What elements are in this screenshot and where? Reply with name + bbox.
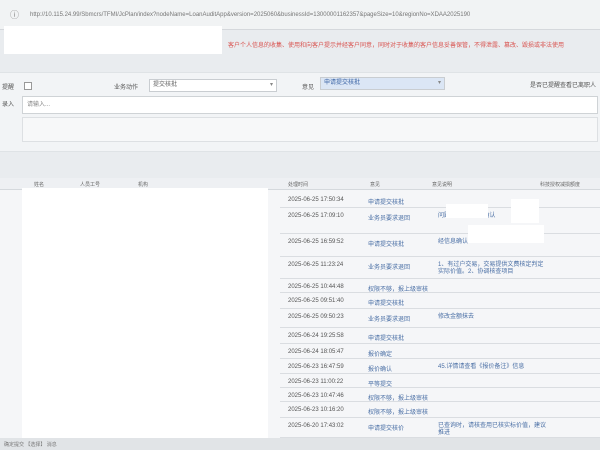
table-row[interactable]: 2025-06-23 11:00:22 平等提交 (280, 376, 600, 388)
opinion-select[interactable]: 申请提交核批 ▾ (320, 77, 445, 90)
opinion-textarea[interactable]: 请输入... (22, 96, 598, 114)
footer-bar: 确定提交 【选择】 消息 (0, 438, 600, 450)
row-opinion: 申请提交核批 (368, 336, 405, 342)
row-opinion: 报价确定 (368, 352, 393, 358)
table-row[interactable]: 2025-06-23 10:16:20 权限不够，报上级审核 (280, 404, 600, 418)
row-opinion: 权限不够，报上级审核 (368, 396, 429, 402)
table-row[interactable]: 2025-06-24 18:05:47 报价确定 (280, 346, 600, 359)
action-select-value: 提交核批 (153, 82, 178, 88)
row-time: 2025-06-25 17:50:34 (288, 197, 344, 203)
action-label: 业务动作 (114, 85, 139, 91)
table-row[interactable]: 2025-06-25 11:23:24 业务员要求退回 1、有过户交易，交易提供文费… (280, 259, 600, 279)
row-opinion: 权限不够，报上级审核 (368, 410, 429, 416)
right-note: 是否已提醒查看已离职人 (530, 83, 597, 89)
action-select[interactable]: 提交核批 ▾ (149, 79, 277, 92)
row-time: 2025-06-25 17:09:10 (288, 213, 344, 219)
row-time: 2025-06-23 11:00:22 (288, 379, 344, 385)
row-opinion: 业务员要求退回 (368, 265, 411, 271)
row-opinion-desc: 修改金额抹去 (438, 314, 475, 320)
row-time: 2025-06-24 18:05:47 (288, 349, 344, 355)
table-row[interactable]: 2025-06-25 17:09:10业务员要求退回问题 传值线 台报确认 (280, 210, 600, 234)
th-tech-limit: 科技授权减损额度 (540, 182, 581, 188)
th-opinion: 意见 (370, 182, 381, 188)
table-row[interactable]: 2025-06-25 10:44:48 权限不够，报上级审核 (280, 281, 600, 293)
chevron-down-icon: ▾ (437, 80, 441, 86)
remind-checkbox[interactable] (24, 82, 32, 90)
row-time: 2025-06-20 17:43:02 (288, 423, 344, 429)
row-opinion: 申请提交核批 (368, 200, 405, 206)
table-row[interactable]: 2025-06-25 16:59:52 申请提交核批 经信息确认 (280, 236, 600, 257)
row-opinion: 业务员要求退回 (368, 317, 411, 323)
redaction-block (4, 26, 222, 54)
table-row[interactable]: 2025-06-23 16:47:59 报价确认 45.详情请查看《报价备注》信息 (280, 361, 600, 374)
row-opinion-desc: 1、有过户交易，交易提供文费核定判定实际价值。2、协调核查项目 (438, 262, 544, 275)
redaction-block (468, 225, 544, 243)
opinion-select-value: 申请提交核批 (324, 80, 361, 86)
chevron-down-icon: ▾ (269, 82, 273, 88)
table-row[interactable]: 2025-06-24 19:25:58 申请提交核批 (280, 330, 600, 344)
redaction-block (511, 199, 539, 223)
row-time: 2025-06-24 19:25:58 (288, 333, 344, 339)
table-row[interactable]: 2025-06-25 17:50:34 申请提交核批 (280, 194, 600, 208)
checkbox-label: 提醒 (2, 85, 15, 91)
table-row[interactable]: 2025-06-25 09:51:40 申请提交核批 (280, 295, 600, 309)
th-opinion-desc: 意见说明 (432, 182, 453, 188)
row-opinion-desc: 45.详情请查看《报价备注》信息 (438, 364, 525, 370)
row-time: 2025-06-25 16:59:52 (288, 239, 344, 245)
row-time: 2025-06-25 11:23:24 (288, 262, 344, 268)
row-opinion: 申请提交核批 (368, 242, 405, 248)
table-row[interactable]: 2025-06-23 10:47:46 权限不够，报上级审核 (280, 390, 600, 402)
row-time: 2025-06-23 10:16:20 (288, 407, 344, 413)
row-time: 2025-06-25 10:44:48 (288, 284, 344, 290)
row-time: 2025-06-23 16:47:59 (288, 364, 344, 370)
row-opinion: 申请提交核批 (368, 301, 405, 307)
privacy-notice: 客户个人信息的收集、使用和向客户提示并经客户同意，同时对于收集的客户信息妥善保管… (228, 43, 565, 49)
row-time: 2025-06-25 09:51:40 (288, 298, 344, 304)
table-row[interactable]: 2025-06-20 17:43:02 申请提交核价 已查询时，请核查用已核实标价值… (280, 420, 600, 438)
table-row[interactable]: 2025-06-25 09:50:23 业务员要求退回 修改金额抹去 (280, 311, 600, 328)
th-org: 机构 (138, 182, 149, 188)
row-time: 2025-06-25 09:50:23 (288, 314, 344, 320)
row-opinion: 平等提交 (368, 382, 393, 388)
th-name: 姓名 (34, 182, 45, 188)
th-staff-no: 人员工号 (80, 182, 101, 188)
row-opinion: 报价确认 (368, 367, 393, 373)
row-opinion: 业务员要求退回 (368, 216, 411, 222)
redaction-block (22, 188, 268, 440)
row-opinion-desc: 已查询时，请核查用已核实标价值，建议推进 (438, 423, 547, 436)
redaction-block (446, 204, 488, 218)
th-time: 处理时间 (288, 182, 309, 188)
secondary-textarea[interactable] (22, 117, 598, 142)
textarea-placeholder: 请输入... (27, 102, 51, 108)
row-opinion: 权限不够，报上级审核 (368, 287, 429, 293)
row-opinion: 申请提交核价 (368, 426, 405, 432)
row-time: 2025-06-23 10:47:46 (288, 393, 344, 399)
opinion-label: 意见 (302, 85, 315, 91)
input-label: 录入 (2, 102, 15, 108)
info-icon: ⓘ (10, 10, 20, 20)
url-text[interactable]: http://10.115.24.99/Sbmcrs/TFMI/JcPlan/i… (30, 8, 580, 22)
